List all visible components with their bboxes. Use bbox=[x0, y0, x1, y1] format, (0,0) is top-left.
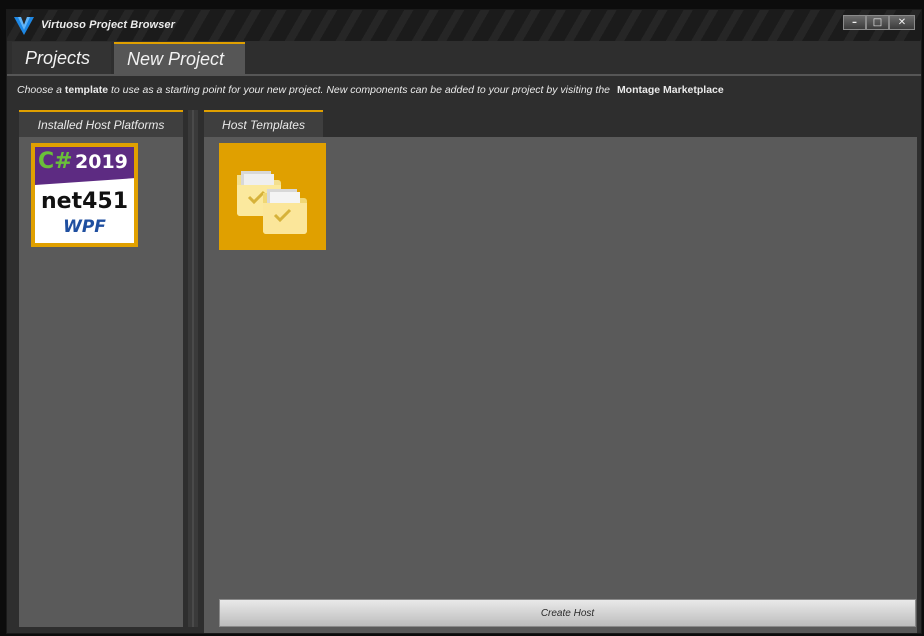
window-title: Virtuoso Project Browser bbox=[41, 19, 176, 31]
tab-new-project[interactable]: New Project bbox=[114, 42, 245, 74]
host-templates-tab[interactable]: Host Templates bbox=[204, 110, 323, 137]
tab-underline bbox=[7, 74, 921, 76]
platform-year: 2019 bbox=[75, 151, 128, 173]
instructions-template-word: template bbox=[64, 84, 109, 96]
maximize-button[interactable]: □ bbox=[866, 15, 889, 30]
main-tabs: Projects New Project bbox=[12, 42, 248, 74]
folder-copy-icon bbox=[237, 171, 307, 234]
platforms-list: C# 2019 net451 WPF bbox=[19, 137, 183, 627]
instructions-part2: to use as a starting point for your new … bbox=[108, 84, 613, 96]
minimize-button[interactable]: – bbox=[843, 15, 866, 30]
installed-host-platforms-panel: Installed Host Platforms C# 2019 net451 … bbox=[19, 110, 183, 627]
platform-framework: net451 bbox=[40, 189, 129, 214]
window-controls: – □ ✕ bbox=[843, 15, 915, 30]
instructions-part1: Choose a bbox=[17, 84, 65, 96]
splitter-line bbox=[192, 110, 194, 627]
installed-host-platforms-tab[interactable]: Installed Host Platforms bbox=[19, 110, 183, 137]
title-bar[interactable]: Virtuoso Project Browser – □ ✕ bbox=[7, 10, 921, 41]
host-templates-panel: Host Templates Create Host bbox=[204, 110, 917, 633]
platform-lang: C# bbox=[38, 149, 73, 174]
platform-badge: C# 2019 net451 WPF bbox=[35, 147, 134, 243]
tab-projects[interactable]: Projects bbox=[12, 42, 111, 74]
virtuoso-logo-icon bbox=[14, 17, 34, 35]
templates-area: Create Host bbox=[204, 137, 917, 633]
panel-splitter[interactable] bbox=[188, 110, 198, 627]
platform-ui: WPF bbox=[63, 217, 106, 237]
project-browser-window: Virtuoso Project Browser – □ ✕ Projects … bbox=[6, 9, 922, 634]
template-tile[interactable] bbox=[219, 143, 326, 250]
create-host-button[interactable]: Create Host bbox=[219, 599, 916, 627]
montage-marketplace-link[interactable]: Montage Marketplace bbox=[617, 84, 724, 96]
close-button[interactable]: ✕ bbox=[889, 15, 915, 30]
platform-tile-csharp-2019-net451-wpf[interactable]: C# 2019 net451 WPF bbox=[31, 143, 138, 247]
instructions-text: Choose a template to use as a starting p… bbox=[17, 84, 724, 96]
